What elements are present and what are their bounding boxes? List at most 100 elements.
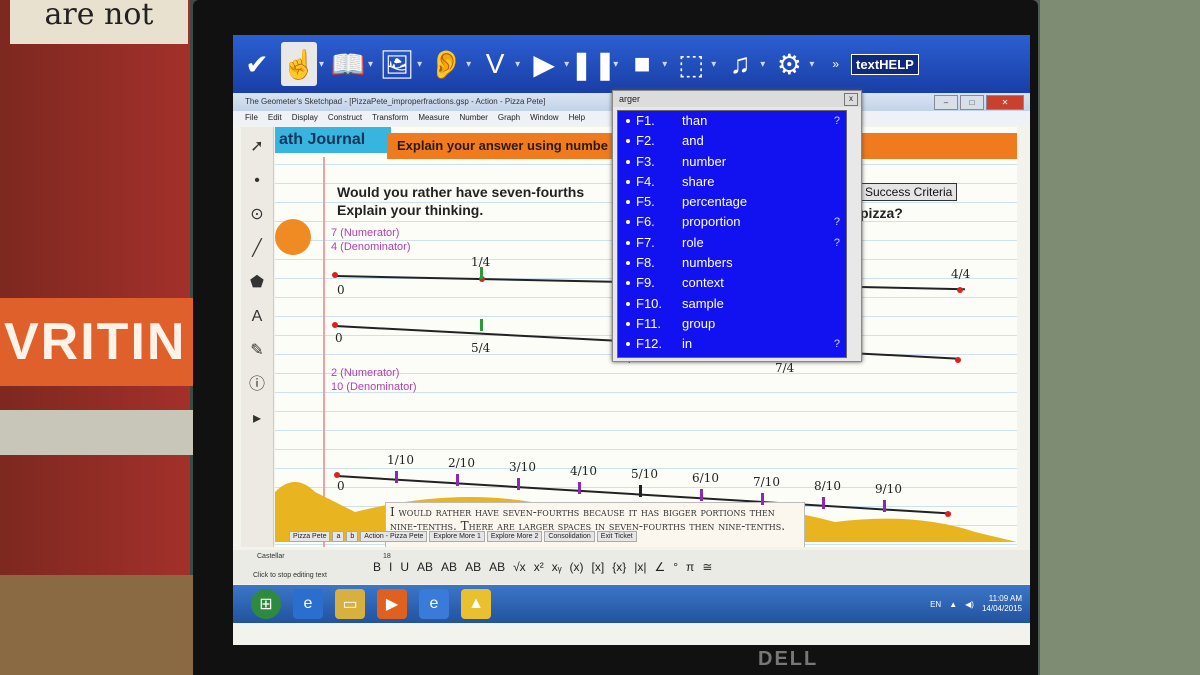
page-tab[interactable]: Exit Ticket bbox=[596, 531, 637, 542]
menu-measure[interactable]: Measure bbox=[418, 111, 449, 125]
maximize-button[interactable]: □ bbox=[960, 95, 984, 110]
dropdown-arrow-icon[interactable]: ▾ bbox=[809, 59, 814, 70]
prediction-item[interactable]: F5. percentage bbox=[618, 192, 846, 212]
verb-icon[interactable]: V bbox=[477, 42, 513, 86]
line-point[interactable] bbox=[334, 472, 340, 478]
dropdown-arrow-icon[interactable]: ▾ bbox=[662, 59, 667, 70]
menu-number[interactable]: Number bbox=[459, 111, 487, 125]
sketchpad-icon[interactable]: ▲ bbox=[461, 589, 491, 619]
prediction-item[interactable]: F1. than? bbox=[618, 111, 846, 131]
math-format-button[interactable]: AB bbox=[417, 560, 433, 574]
math-format-button[interactable]: ° bbox=[673, 560, 678, 574]
menu-transform[interactable]: Transform bbox=[372, 111, 408, 125]
dropdown-arrow-icon[interactable]: ▾ bbox=[564, 59, 569, 70]
network-icon[interactable]: ▲ bbox=[949, 600, 957, 609]
speak-icon[interactable]: ? bbox=[834, 111, 840, 131]
more-chevron-icon[interactable]: » bbox=[832, 57, 839, 71]
language-indicator[interactable]: EN bbox=[930, 600, 941, 609]
check-icon[interactable]: ✔ bbox=[239, 42, 275, 86]
dropdown-arrow-icon[interactable]: ▾ bbox=[417, 59, 422, 70]
math-format-button[interactable]: AB bbox=[489, 560, 505, 574]
pause-icon[interactable]: ❚❚ bbox=[570, 42, 617, 86]
line-point[interactable] bbox=[957, 287, 963, 293]
font-size-select[interactable]: 18 bbox=[383, 553, 391, 560]
music-icon[interactable]: ♫ bbox=[722, 42, 758, 86]
dropdown-arrow-icon[interactable]: ▾ bbox=[466, 59, 471, 70]
page-tab[interactable]: a bbox=[332, 531, 345, 542]
speak-icon[interactable]: ? bbox=[834, 334, 840, 354]
prediction-item[interactable]: F7. role? bbox=[618, 233, 846, 253]
math-format-button[interactable]: ∠ bbox=[654, 560, 665, 574]
dropdown-arrow-icon[interactable]: ▾ bbox=[760, 59, 765, 70]
menu-construct[interactable]: Construct bbox=[328, 111, 362, 125]
dropdown-arrow-icon[interactable]: ▾ bbox=[515, 59, 520, 70]
page-tab[interactable]: b bbox=[346, 531, 359, 542]
page-tab[interactable]: Explore More 1 bbox=[429, 531, 485, 542]
prediction-item[interactable]: F2. and bbox=[618, 131, 846, 151]
ear-icon[interactable]: 👂 bbox=[428, 42, 464, 86]
dropdown-arrow-icon[interactable]: ▾ bbox=[319, 59, 324, 70]
line-point[interactable] bbox=[332, 322, 338, 328]
math-format-button[interactable]: U bbox=[400, 560, 409, 574]
math-format-button[interactable]: B bbox=[373, 560, 381, 574]
select-icon[interactable]: ⬚ bbox=[673, 42, 709, 86]
math-format-button[interactable]: (x) bbox=[570, 560, 584, 574]
menu-window[interactable]: Window bbox=[530, 111, 558, 125]
menu-edit[interactable]: Edit bbox=[268, 111, 282, 125]
polygon-tool-icon[interactable]: ⬟ bbox=[243, 269, 271, 297]
close-icon[interactable]: x bbox=[844, 93, 858, 106]
close-button[interactable]: ✕ bbox=[986, 95, 1024, 110]
gear-icon[interactable]: ⚙ bbox=[771, 42, 807, 86]
line-point[interactable] bbox=[945, 511, 951, 517]
line-point[interactable] bbox=[955, 357, 961, 363]
point-tool-icon[interactable]: • bbox=[243, 167, 271, 195]
math-format-button[interactable]: I bbox=[389, 560, 392, 574]
marker-tool-icon[interactable]: ✎ bbox=[243, 337, 271, 365]
math-format-button[interactable]: x² bbox=[534, 560, 544, 574]
prediction-item[interactable]: F10. sample bbox=[618, 294, 846, 314]
math-format-button[interactable]: ≅ bbox=[702, 560, 712, 574]
line-point[interactable] bbox=[332, 272, 338, 278]
custom-tool-icon[interactable]: ▸ bbox=[243, 405, 271, 433]
text-tool-icon[interactable]: A bbox=[243, 303, 271, 331]
start-button[interactable]: ⊞ bbox=[251, 589, 281, 619]
compass-tool-icon[interactable]: ⊙ bbox=[243, 201, 271, 229]
page-tab[interactable]: Action - Pizza Pete bbox=[360, 531, 428, 542]
math-format-button[interactable]: {x} bbox=[612, 560, 626, 574]
book-icon[interactable]: 📖 bbox=[330, 42, 366, 86]
prediction-item[interactable]: F11. group bbox=[618, 314, 846, 334]
speak-icon[interactable]: ? bbox=[834, 233, 840, 253]
prediction-item[interactable]: F3. number bbox=[618, 152, 846, 172]
prediction-item[interactable]: F8. numbers bbox=[618, 253, 846, 273]
page-tab[interactable]: Explore More 2 bbox=[486, 531, 543, 542]
math-format-button[interactable]: |x| bbox=[634, 560, 646, 574]
prediction-item[interactable]: F12. in? bbox=[618, 334, 846, 354]
success-criteria-button[interactable]: Success Criteria bbox=[860, 183, 958, 201]
ie-icon[interactable]: e bbox=[293, 589, 323, 619]
prediction-item[interactable]: F9. context bbox=[618, 273, 846, 293]
media-player-icon[interactable]: ▶ bbox=[377, 589, 407, 619]
menu-graph[interactable]: Graph bbox=[498, 111, 520, 125]
folder-icon[interactable]: ▭ bbox=[335, 589, 365, 619]
play-icon[interactable]: ▶ bbox=[526, 42, 562, 86]
info-tool-icon[interactable]: ⓘ bbox=[243, 371, 271, 399]
picture-icon[interactable]: 🖼 bbox=[379, 42, 415, 86]
math-format-button[interactable]: √x bbox=[513, 560, 526, 574]
page-tab[interactable]: Pizza Pete bbox=[289, 531, 331, 542]
speak-icon[interactable]: ? bbox=[834, 212, 840, 232]
math-format-button[interactable]: AB bbox=[441, 560, 457, 574]
predict-icon[interactable]: ☝ bbox=[281, 42, 317, 86]
math-format-button[interactable]: xᵧ bbox=[552, 560, 562, 574]
clock[interactable]: 11:09 AM 14/04/2015 bbox=[982, 594, 1022, 614]
math-format-button[interactable]: [x] bbox=[592, 560, 605, 574]
dropdown-arrow-icon[interactable]: ▾ bbox=[368, 59, 373, 70]
prediction-item[interactable]: F4. share bbox=[618, 172, 846, 192]
arrow-tool-icon[interactable]: ➚ bbox=[243, 133, 271, 161]
math-format-button[interactable]: π bbox=[686, 560, 694, 574]
stop-icon[interactable]: ■ bbox=[624, 42, 660, 86]
menu-file[interactable]: File bbox=[245, 111, 258, 125]
menu-display[interactable]: Display bbox=[292, 111, 318, 125]
prediction-item[interactable]: F6. proportion? bbox=[618, 212, 846, 232]
page-tab[interactable]: Consolidation bbox=[544, 531, 595, 542]
menu-help[interactable]: Help bbox=[569, 111, 585, 125]
